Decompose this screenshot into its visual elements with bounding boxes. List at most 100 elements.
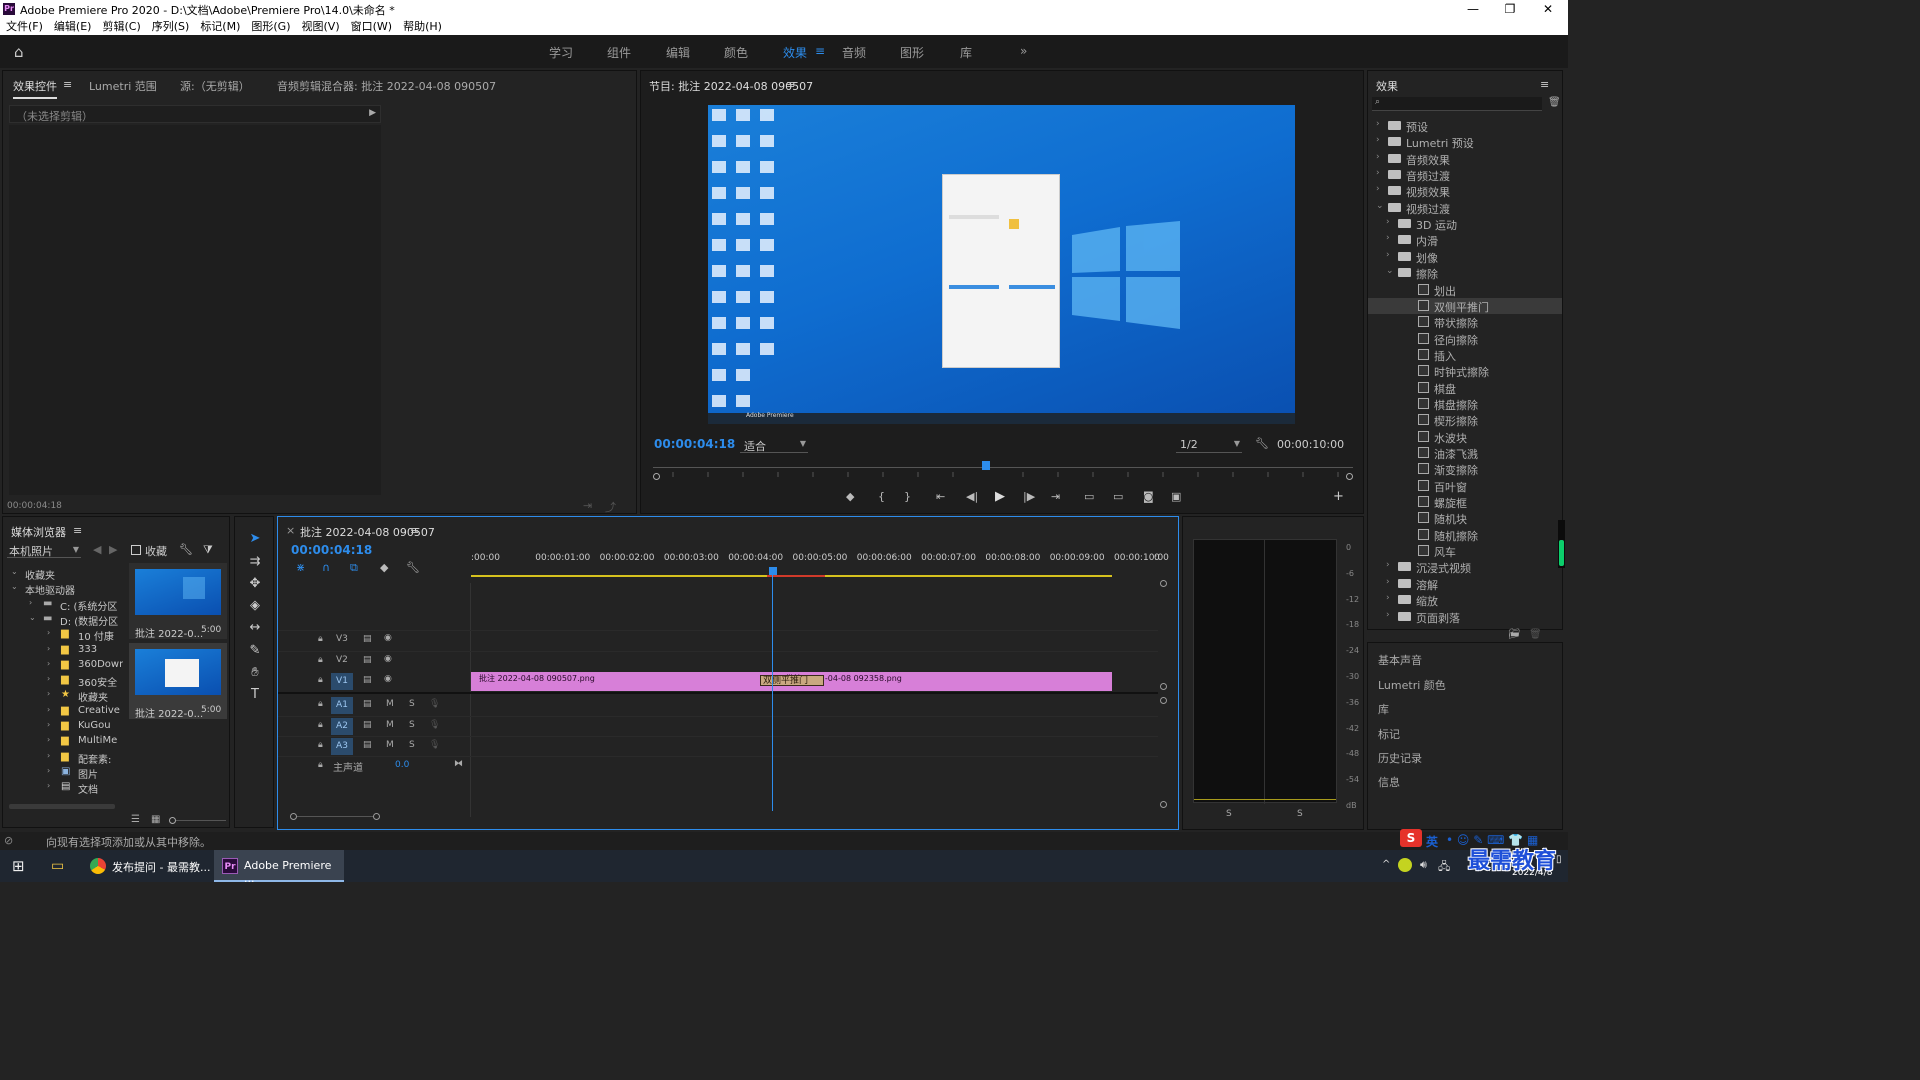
tree-horizontal-scrollbar[interactable] [9, 804, 115, 809]
effect-folder[interactable]: ⌄ 擦除 [1368, 265, 1562, 281]
tree-item[interactable]: › ▆ 配套素: [3, 751, 123, 766]
program-playhead[interactable] [982, 461, 990, 470]
effect-folder[interactable]: › 音频过渡 [1368, 167, 1562, 183]
export-frame-icon[interactable]: ⤴ [605, 499, 616, 515]
workspace-color[interactable]: 颜色 [724, 44, 748, 61]
menu-view[interactable]: 视图(V) [302, 18, 340, 35]
effect-item[interactable]: 随机擦除 [1368, 527, 1562, 543]
workspace-effects[interactable]: 效果 [783, 44, 807, 61]
tree-item[interactable]: › ▣ 图片 [3, 766, 123, 781]
chevron-right-icon[interactable]: › [1376, 119, 1380, 129]
chevron-right-icon[interactable]: › [1386, 250, 1390, 260]
tree-expand-chevron-icon[interactable]: › [47, 689, 50, 698]
effects-search-input[interactable]: ⌕ [1372, 97, 1542, 111]
effect-item[interactable]: 楔形擦除 [1368, 412, 1562, 428]
tree-expand-chevron-icon[interactable]: ⌄ [11, 567, 18, 576]
solo-button[interactable]: S [409, 740, 415, 750]
menu-markers[interactable]: 标记(M) [200, 18, 240, 35]
tab-lumetri-scopes[interactable]: Lumetri 范围 [89, 78, 157, 94]
sogou-ime-logo-icon[interactable]: S [1400, 829, 1422, 847]
chevron-down-icon[interactable]: ⌄ [1376, 201, 1384, 211]
chevron-down-icon[interactable]: ⌄ [1386, 266, 1394, 276]
effect-folder[interactable]: › 预设 [1368, 118, 1562, 134]
step-forward-icon[interactable]: |▶ [1023, 490, 1035, 503]
mute-button[interactable]: M [386, 699, 394, 709]
settings-wrench-icon[interactable]: 🔧︎ [179, 543, 193, 556]
side-panel-history[interactable]: 历史记录 [1378, 750, 1422, 766]
microphone-icon[interactable]: 🎙︎ [429, 720, 440, 730]
lock-icon[interactable]: 🔒︎ [318, 740, 323, 750]
tree-item[interactable]: › ▆ 333 [3, 644, 123, 659]
tray-app-icon[interactable] [1398, 858, 1412, 872]
tree-expand-chevron-icon[interactable]: › [47, 766, 50, 775]
clip-1[interactable]: 批注 2022-04-08 090507.png [471, 672, 774, 691]
side-panel-markers[interactable]: 标记 [1378, 726, 1400, 742]
thumbnail-2[interactable]: 批注 2022-0... 5:00 [129, 643, 227, 720]
fit-dropdown[interactable]: 适合 ▼ [740, 437, 808, 453]
taskbar-chrome-item[interactable]: 发布提问 - 最需教... [84, 850, 212, 882]
windows-start-icon[interactable]: ⊞ [12, 850, 25, 882]
settings-wrench-icon[interactable]: 🔧︎ [1255, 437, 1269, 450]
ripple-edit-tool-icon[interactable]: ✥ [243, 576, 267, 596]
program-scrubber[interactable] [653, 461, 1353, 481]
lock-icon[interactable]: 🔒︎ [318, 720, 323, 730]
effect-folder[interactable]: › 内滑 [1368, 232, 1562, 248]
close-sequence-icon[interactable]: × [286, 524, 295, 537]
effect-item[interactable]: 带状擦除 [1368, 314, 1562, 330]
solo-left-button[interactable]: S [1226, 809, 1232, 819]
thumbnail-1[interactable]: 批注 2022-0... 5:00 [129, 563, 227, 640]
sync-lock-icon[interactable]: ▤ [363, 675, 372, 685]
home-icon[interactable]: ⌂ [14, 43, 32, 61]
tab-effect-controls[interactable]: 效果控件 [13, 78, 57, 99]
chevron-right-icon[interactable]: › [1386, 593, 1390, 603]
track-a1-label[interactable]: A1 [331, 697, 353, 714]
tree-expand-chevron-icon[interactable]: ⌄ [11, 582, 18, 591]
effect-folder[interactable]: › 视频效果 [1368, 183, 1562, 199]
export-icon[interactable]: ⇥ [583, 499, 592, 512]
effect-item[interactable]: 双侧平推门 [1368, 297, 1562, 314]
go-to-out-icon[interactable]: ⇥ [1051, 490, 1060, 503]
add-marker-icon[interactable]: ◆ [846, 490, 854, 503]
effect-item[interactable]: 油漆飞溅 [1368, 445, 1562, 461]
back-arrow-icon[interactable]: ◀ [93, 543, 101, 556]
workspace-assembly[interactable]: 组件 [607, 44, 631, 61]
maximize-button[interactable]: ❐ [1492, 0, 1528, 18]
solo-button[interactable]: S [409, 699, 415, 709]
tree-item[interactable]: › ▆ Creative [3, 705, 123, 720]
effect-item[interactable]: 棋盘 [1368, 380, 1562, 396]
menu-file[interactable]: 文件(F) [6, 18, 43, 35]
chevron-right-icon[interactable]: › [1386, 217, 1390, 227]
tab-source[interactable]: 源:（无剪辑） [180, 78, 250, 94]
effect-folder[interactable]: › 3D 运动 [1368, 216, 1562, 232]
go-to-in-icon[interactable]: ⇤ [936, 490, 945, 503]
network-icon[interactable]: 🖧︎ [1438, 858, 1450, 877]
effect-item[interactable]: 水波块 [1368, 429, 1562, 445]
effect-item[interactable]: 随机块 [1368, 510, 1562, 526]
list-view-icon[interactable]: ☰ [131, 814, 140, 825]
menu-sequence[interactable]: 序列(S) [152, 18, 190, 35]
scrubber-end-handle[interactable] [1346, 473, 1353, 480]
timeline-timecode[interactable]: 00:00:04:18 [291, 543, 372, 557]
lift-icon[interactable]: ▭ [1084, 490, 1094, 503]
tree-item[interactable]: › ▆ 10 付康 [3, 628, 123, 643]
tree-item[interactable]: › ▤ 文档 [3, 781, 123, 796]
pen-tool-icon[interactable]: ✎ [243, 643, 267, 663]
effect-item[interactable]: 时钟式擦除 [1368, 363, 1562, 379]
play-icon[interactable]: ▶ [995, 489, 1005, 504]
tab-audio-clip-mixer[interactable]: 音频剪辑混合器: 批注 2022-04-08 090507 [277, 78, 496, 94]
effect-item[interactable]: 插入 [1368, 347, 1562, 363]
solo-button[interactable]: S [409, 720, 415, 730]
delete-icon[interactable]: 🗑︎ [1529, 629, 1542, 640]
filter-funnel-icon[interactable]: ⧩ [203, 543, 213, 557]
sync-lock-icon[interactable]: ▤ [363, 634, 372, 644]
tab-menu-icon[interactable]: ≡ [63, 78, 72, 91]
favorites-checkbox[interactable] [131, 545, 141, 555]
go-to-edit-icon[interactable]: ⧓ [454, 759, 463, 769]
mark-in-icon[interactable]: { [878, 490, 885, 503]
show-hidden-icons-icon[interactable]: ^ [1382, 859, 1390, 870]
menu-clip[interactable]: 剪辑(C) [102, 18, 140, 35]
program-timecode[interactable]: 00:00:04:18 [654, 437, 735, 451]
sync-lock-icon[interactable]: ▤ [363, 720, 372, 730]
new-bin-folder-icon[interactable]: 📁︎ [1508, 629, 1521, 640]
effect-item[interactable]: 风车 [1368, 543, 1562, 559]
